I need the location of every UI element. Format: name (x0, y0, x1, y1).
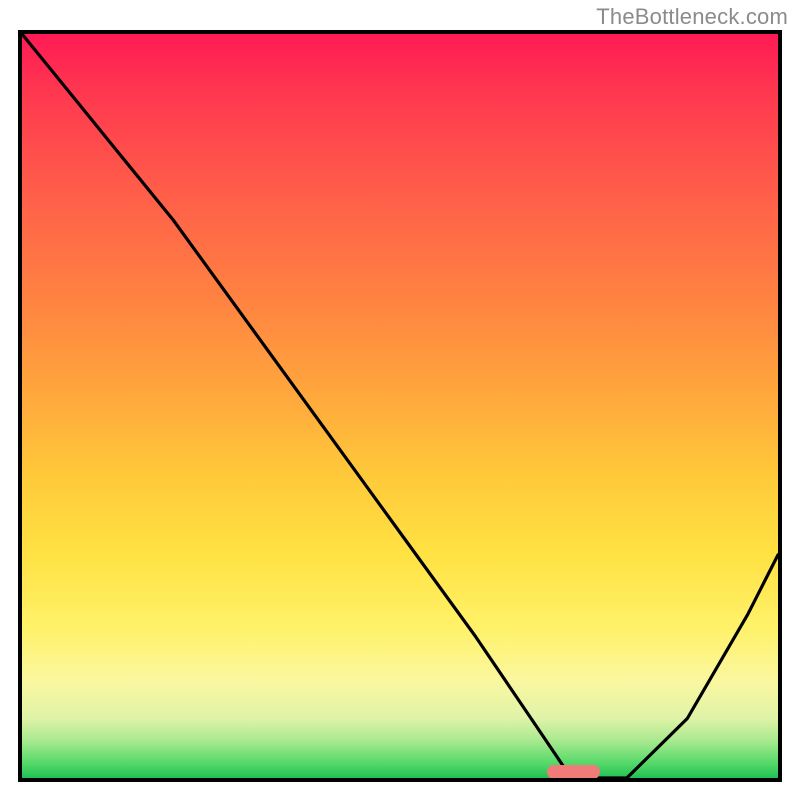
chart-container: TheBottleneck.com (0, 0, 800, 800)
watermark-label: TheBottleneck.com (596, 4, 788, 30)
plot-frame (18, 30, 782, 782)
optimal-marker (547, 765, 600, 778)
background-heat-gradient (22, 34, 778, 778)
